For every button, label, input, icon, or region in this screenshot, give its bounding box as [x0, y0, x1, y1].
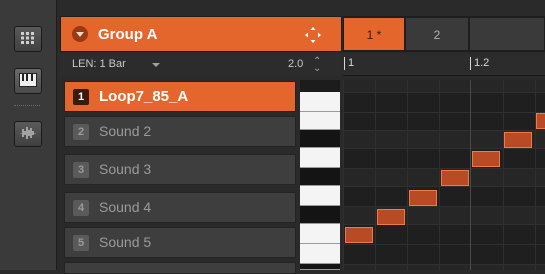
note-grid[interactable] [343, 80, 545, 270]
ruler-tick: 1 [344, 57, 354, 70]
slot-number: 3 [73, 162, 89, 178]
piano-key[interactable] [300, 206, 340, 224]
keyboard-view-button[interactable] [14, 68, 42, 94]
piano-key[interactable] [300, 148, 340, 168]
note-block[interactable] [409, 190, 437, 206]
timeline-ruler[interactable]: 1 1.2 [343, 54, 545, 76]
chevron-down-icon[interactable] [72, 26, 88, 42]
zoom-value[interactable]: 2.0 [288, 58, 303, 70]
note-block[interactable] [345, 227, 373, 243]
sound-name: Sound 4 [99, 199, 152, 215]
sound-name: Loop7_85_A [99, 88, 189, 105]
note-block[interactable] [377, 209, 405, 225]
piano-key[interactable] [300, 244, 340, 264]
move-arrows-icon[interactable] [305, 27, 321, 43]
pattern-length-dropdown[interactable]: LEN: 1 Bar [72, 58, 126, 70]
piano-key[interactable] [300, 168, 340, 186]
piano-key[interactable] [300, 112, 340, 130]
note-block[interactable] [504, 132, 532, 148]
waveform-icon [20, 127, 36, 139]
note-block[interactable] [472, 151, 500, 167]
group-header[interactable]: Group A [60, 16, 342, 52]
grid-view-icon [21, 32, 34, 44]
sound-slot-2[interactable]: 2 Sound 2 [64, 116, 296, 147]
pattern-tab-2[interactable]: 2 [405, 17, 469, 51]
sound-name: Sound 5 [99, 234, 152, 250]
sound-slot-1[interactable]: 1 Loop7_85_A [64, 81, 296, 112]
zoom-spinner-icon[interactable]: ⌃ ⌄ [313, 57, 321, 74]
note-block[interactable] [536, 113, 545, 129]
slot-number: 5 [73, 235, 89, 251]
sound-slot-3[interactable]: 3 Sound 3 [64, 154, 296, 185]
pattern-length-bar: LEN: 1 Bar 2.0 ⌃ ⌄ [60, 54, 342, 76]
sound-name: Sound 3 [99, 161, 152, 177]
note-block[interactable] [441, 170, 469, 186]
rail-divider [14, 105, 40, 106]
sound-slot-6[interactable] [64, 262, 296, 274]
piano-key[interactable] [300, 224, 340, 244]
slot-number: 4 [73, 200, 89, 216]
piano-key[interactable] [300, 130, 340, 148]
pattern-tabs: 1 * 2 [343, 16, 545, 52]
slot-number: 1 [73, 89, 89, 105]
slot-number: 2 [73, 124, 89, 140]
pattern-tab-empty[interactable] [469, 17, 545, 51]
keyboard-icon [19, 73, 37, 87]
sound-slot-5[interactable]: 5 Sound 5 [64, 227, 296, 258]
sample-view-button[interactable] [14, 121, 42, 147]
piano-key[interactable] [300, 264, 340, 270]
sound-slot-4[interactable]: 4 Sound 4 [64, 192, 296, 223]
left-rail [0, 0, 57, 270]
piano-key[interactable] [300, 92, 340, 112]
chevron-down-icon[interactable] [152, 63, 160, 67]
ruler-tick: 1.2 [470, 57, 489, 70]
pattern-tab-1[interactable]: 1 * [343, 17, 405, 51]
grid-view-button[interactable] [14, 26, 42, 52]
piano-keyboard[interactable] [300, 80, 340, 270]
sound-name: Sound 2 [99, 123, 152, 139]
piano-key[interactable] [300, 186, 340, 206]
group-title: Group A [98, 26, 158, 43]
